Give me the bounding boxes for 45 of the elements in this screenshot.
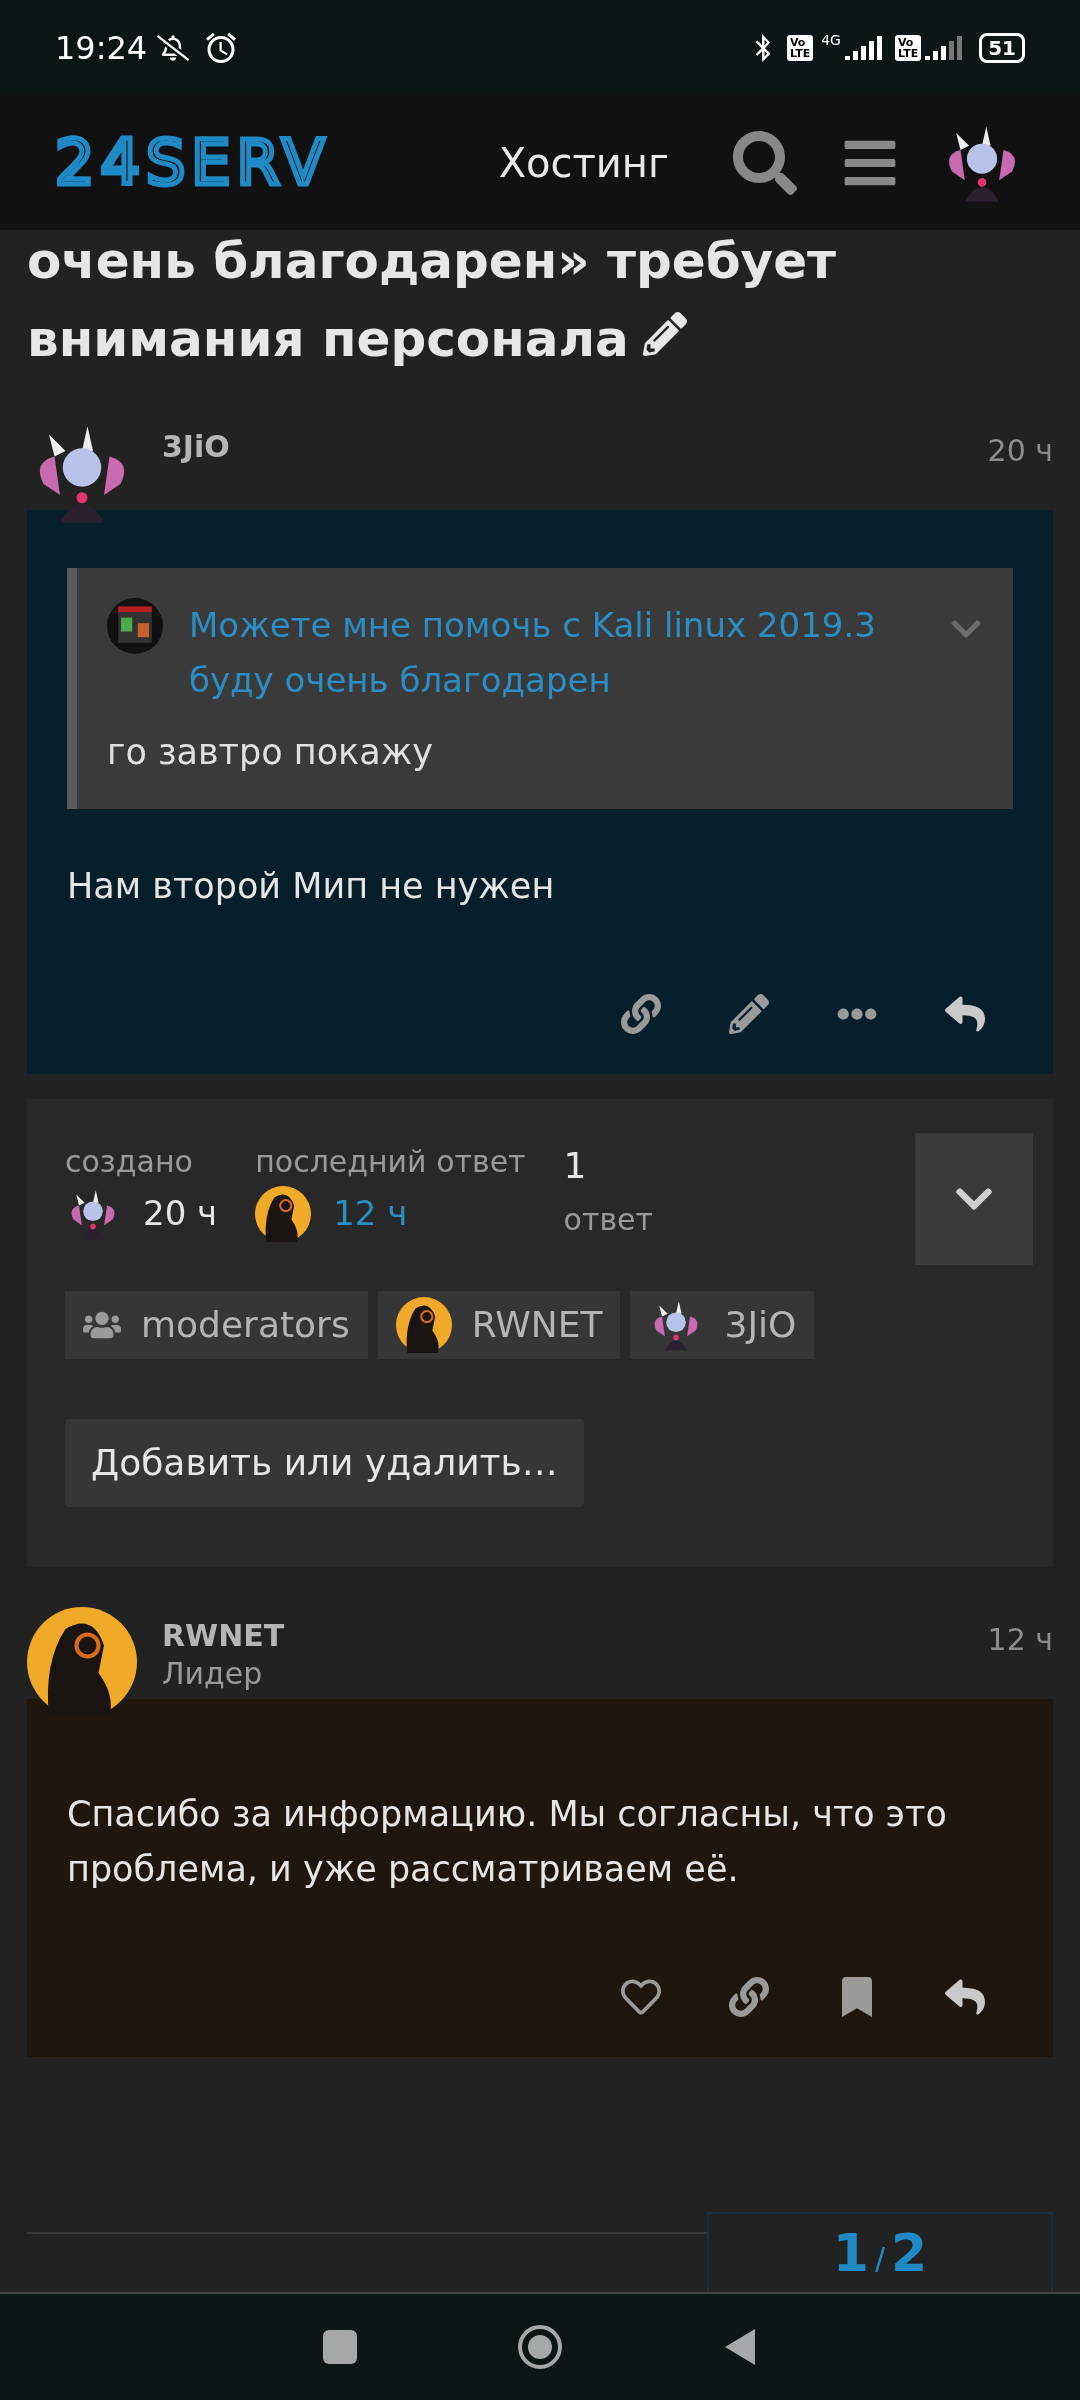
pencil-icon[interactable] bbox=[642, 312, 687, 356]
quote-title-link[interactable]: Можете мне помочь с Kali linux 2019.3 буду очень благодарен bbox=[189, 598, 929, 708]
battery-indicator: 51 bbox=[979, 32, 1025, 63]
site-logo[interactable]: 24SERV bbox=[55, 131, 331, 194]
participant-chip[interactable]: moderators bbox=[65, 1290, 368, 1359]
participant-name: RWNET bbox=[471, 1302, 603, 1347]
link-icon[interactable] bbox=[621, 993, 661, 1034]
last-reply-time[interactable]: 12 ч bbox=[333, 1188, 408, 1239]
back-icon[interactable] bbox=[723, 2327, 757, 2367]
avatar-picture-icon bbox=[255, 1185, 312, 1242]
post-time: 12 ч bbox=[987, 1620, 1053, 1659]
home-icon[interactable] bbox=[517, 2324, 563, 2370]
total-posts: 2 bbox=[891, 2222, 928, 2285]
signal-icon bbox=[844, 35, 885, 60]
avatar-picture-icon bbox=[107, 598, 163, 654]
post-time: 20 ч bbox=[987, 432, 1053, 470]
post-body: Спасибо за информацию. Мы согласны, что это проблема, и уже рассматриваем её. bbox=[67, 1792, 948, 1891]
hosting-link[interactable]: Хостинг bbox=[498, 132, 669, 193]
clock: 19:24 bbox=[55, 27, 148, 69]
recents-icon[interactable] bbox=[323, 2330, 357, 2364]
last-reply-label: последний ответ bbox=[255, 1142, 526, 1181]
participant-chip[interactable]: 3JiO bbox=[630, 1290, 815, 1359]
participant-name: 3JiO bbox=[724, 1302, 797, 1347]
avatar-picture-icon bbox=[395, 1296, 452, 1353]
network-type: 4G bbox=[821, 31, 841, 50]
replies-label: ответ bbox=[563, 1200, 654, 1239]
participant-name: moderators bbox=[141, 1302, 350, 1347]
quote-text: го завтро покажу bbox=[107, 731, 434, 774]
username[interactable]: 3JiO bbox=[162, 428, 988, 466]
created-time: 20 ч bbox=[143, 1192, 218, 1235]
volte-badge: Vo LTE bbox=[894, 34, 922, 61]
link-icon[interactable] bbox=[729, 1976, 769, 2017]
topic-title: очень благодарен» требует внимания персонала bbox=[26, 231, 838, 370]
separator: / bbox=[874, 2239, 886, 2278]
volte-badge: Vo LTE bbox=[786, 34, 814, 61]
add-remove-button[interactable]: Добавить или удалить… bbox=[65, 1418, 584, 1507]
pencil-icon[interactable] bbox=[729, 993, 769, 1034]
participant-chip[interactable]: RWNET bbox=[377, 1290, 621, 1359]
replies-count: 1 bbox=[563, 1143, 588, 1188]
user-title: Лидер bbox=[162, 1654, 264, 1693]
username[interactable]: RWNET bbox=[162, 1616, 988, 1655]
post-body: Нам второй Мип не нужен bbox=[67, 864, 556, 908]
created-label: создано bbox=[65, 1142, 194, 1181]
search-icon[interactable] bbox=[733, 130, 797, 195]
current-post: 1 bbox=[832, 2222, 869, 2285]
